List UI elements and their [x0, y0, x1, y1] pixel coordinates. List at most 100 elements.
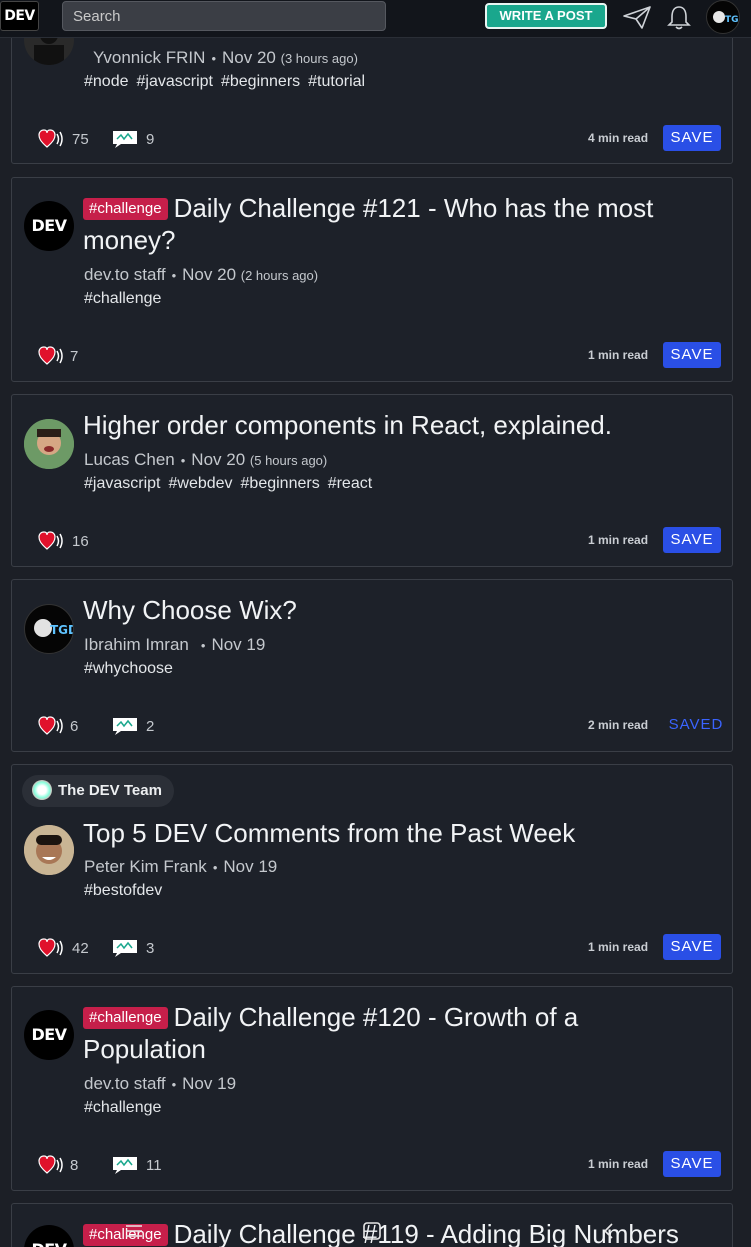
post-meta: Ibrahim Imran • Nov 19 [84, 635, 266, 654]
post-date: Nov 19 [211, 635, 266, 654]
tag-list: #bestofdev [84, 882, 170, 900]
reaction-count: 7 [70, 348, 79, 365]
reaction-count: 6 [70, 718, 79, 735]
post-meta: Lucas Chen • Nov 20 (5 hours ago) [84, 450, 328, 469]
tgd-logo-icon: TGD [34, 619, 74, 637]
svg-text:TGD: TGD [725, 15, 740, 25]
dev-team-logo-icon [32, 780, 52, 800]
save-button[interactable]: SAVE [663, 1151, 721, 1177]
post-meta: Yvonnick FRIN • Nov 20 (3 hours ago) [93, 48, 358, 67]
author-name[interactable]: dev.to staff [84, 265, 166, 284]
save-button[interactable]: SAVE [663, 342, 721, 368]
dev-logo[interactable]: DEV [0, 1, 39, 31]
tag[interactable]: #javascript [137, 73, 213, 90]
tag-list: #challenge [84, 290, 169, 308]
bell-icon[interactable] [664, 4, 694, 30]
author-name[interactable]: Lucas Chen [84, 450, 175, 469]
read-time: 1 min read [588, 1157, 649, 1171]
challenge-tag[interactable]: #challenge [83, 1007, 168, 1029]
heart-icon[interactable] [38, 1154, 64, 1176]
tag[interactable]: #bestofdev [84, 882, 162, 899]
tag[interactable]: #tutorial [308, 73, 365, 90]
author-avatar [24, 825, 74, 875]
read-time: 4 min read [588, 131, 649, 145]
tag[interactable]: #node [84, 73, 129, 90]
tgd-logo-icon: TGD [713, 11, 740, 25]
reaction-count: 8 [70, 1157, 79, 1174]
post-card[interactable]: DEV #challenge Daily Challenge #121 - Who… [11, 177, 733, 382]
author-avatar [24, 419, 74, 469]
post-card[interactable]: The DEV Team Top 5 DEV Comments from the… [11, 764, 733, 974]
heart-icon[interactable] [38, 937, 64, 959]
post-card[interactable]: TGD Why Choose Wix? Ibrahim Imran•Nov 19… [11, 579, 733, 752]
author-name[interactable]: dev.to staff [84, 1074, 166, 1093]
comment-icon[interactable] [111, 128, 139, 150]
author-avatar: DEV [24, 1010, 74, 1060]
save-button[interactable]: SAVE [663, 527, 721, 553]
read-time: 1 min read [588, 533, 649, 547]
comment-count: 11 [146, 1157, 162, 1174]
author-avatar: DEV [24, 1225, 74, 1247]
tag[interactable]: #beginners [221, 73, 300, 90]
back-icon[interactable] [598, 1220, 620, 1242]
svg-text:TGD: TGD [50, 623, 74, 637]
heart-icon[interactable] [38, 715, 64, 737]
tag[interactable]: #react [328, 475, 372, 492]
tag[interactable]: #javascript [84, 475, 160, 492]
post-ago: (2 hours ago) [240, 268, 319, 283]
post-date: Nov 19 [182, 1074, 237, 1093]
comment-count: 9 [146, 131, 155, 148]
post-date: Nov 20 [222, 48, 276, 67]
post-card[interactable]: Higher order components in React, explai… [11, 394, 733, 567]
post-title[interactable]: Why Choose Wix? [83, 594, 692, 626]
author-name[interactable]: Yvonnick FRIN [93, 48, 205, 67]
reaction-count: 16 [72, 533, 89, 550]
post-meta: dev.to staff • Nov 20 (2 hours ago) [84, 265, 319, 284]
new-post-icon[interactable] [361, 1220, 383, 1242]
post-title[interactable]: Top 5 DEV Comments from the Past Week [83, 817, 692, 849]
tag[interactable]: #beginners [241, 475, 320, 492]
tag[interactable]: #whychoose [84, 660, 173, 677]
author-avatar: DEV [24, 201, 74, 251]
tag[interactable]: #challenge [84, 290, 161, 307]
write-post-button[interactable]: WRITE A POST [485, 3, 607, 29]
user-avatar[interactable]: TGD [706, 0, 740, 34]
read-time: 1 min read [588, 348, 649, 362]
send-icon[interactable] [622, 4, 652, 30]
author-name[interactable]: Peter Kim Frank [84, 857, 207, 876]
comment-icon[interactable] [111, 937, 139, 959]
comment-count: 2 [146, 718, 155, 735]
post-date: Nov 20 [182, 265, 237, 284]
menu-icon[interactable] [123, 1220, 145, 1242]
heart-icon[interactable] [38, 530, 64, 552]
post-card[interactable]: DEV #challenge Daily Challenge #120 - Gro… [11, 986, 733, 1191]
comment-icon[interactable] [111, 1154, 139, 1176]
post-ago: (5 hours ago) [249, 453, 328, 468]
post-title[interactable]: #challenge Daily Challenge #120 - Growth … [83, 1001, 692, 1065]
reaction-count: 42 [72, 940, 89, 957]
tag-list: #javascript #webdev #beginners #react [84, 475, 380, 493]
comment-count: 3 [146, 940, 155, 957]
save-button[interactable]: SAVE [663, 934, 721, 960]
post-title-text[interactable]: Daily Challenge #121 - Who has the most … [83, 193, 653, 255]
heart-icon[interactable] [38, 128, 64, 150]
tag[interactable]: #webdev [168, 475, 232, 492]
post-date: Nov 19 [223, 857, 278, 876]
heart-icon[interactable] [38, 345, 64, 367]
saved-button[interactable]: SAVED [667, 712, 725, 738]
post-title[interactable]: #challenge Daily Challenge #121 - Who has… [83, 192, 692, 256]
reaction-count: 75 [72, 131, 89, 148]
post-title[interactable]: Higher order components in React, explai… [83, 409, 692, 441]
comment-icon[interactable] [111, 715, 139, 737]
search-input[interactable] [62, 1, 386, 31]
challenge-tag[interactable]: #challenge [83, 198, 168, 220]
post-ago: (3 hours ago) [280, 51, 358, 66]
tag[interactable]: #challenge [84, 1099, 161, 1116]
save-button[interactable]: SAVE [663, 125, 721, 151]
organization-name: The DEV Team [58, 782, 162, 799]
organization-badge[interactable]: The DEV Team [22, 775, 174, 807]
read-time: 1 min read [588, 940, 649, 954]
author-name[interactable]: Ibrahim Imran [84, 635, 189, 654]
tag-list: #whychoose [84, 660, 181, 678]
read-time: 2 min read [588, 718, 649, 732]
